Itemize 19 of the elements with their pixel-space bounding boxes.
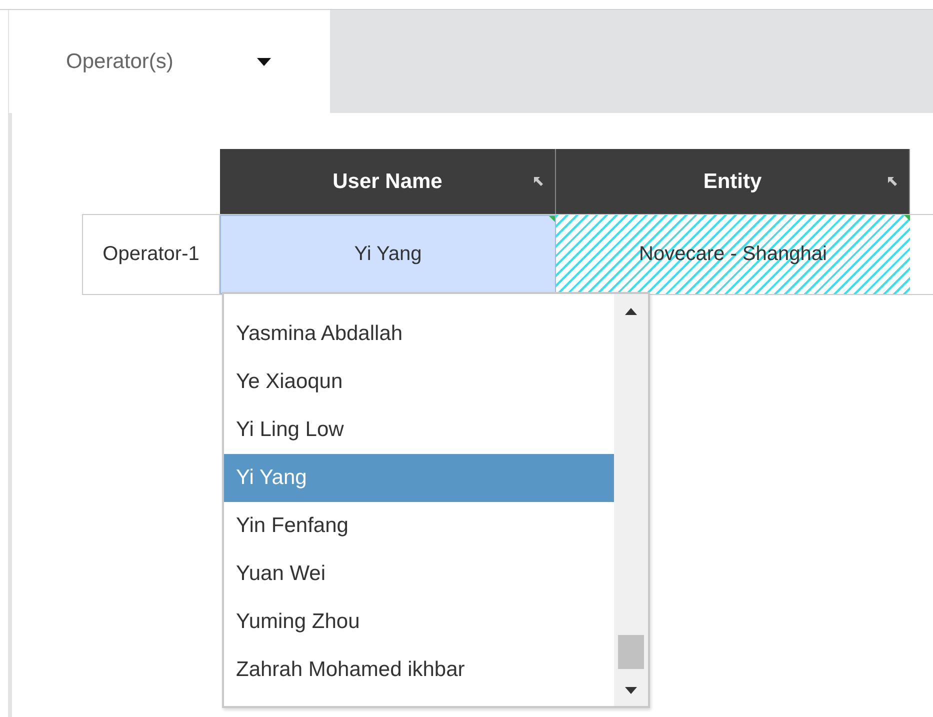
column-header[interactable]: User Name (220, 149, 556, 214)
arrow-icon (888, 177, 897, 186)
corner-mark-icon (549, 216, 555, 222)
corner-mark-icon (904, 215, 910, 221)
scroll-down-icon[interactable] (625, 687, 637, 694)
dropdown-item[interactable]: Yin Fenfang (224, 502, 614, 550)
dropdown-item[interactable]: Yi Ling Low (224, 406, 614, 454)
dropdown-item[interactable]: Ye Xiaoqun (224, 358, 614, 406)
scroll-thumb[interactable] (618, 635, 644, 669)
dropdown-item[interactable]: Yuming Zhou (224, 598, 614, 646)
dropdown-item[interactable]: Yasmina Abdallah (224, 310, 614, 358)
scrollbar[interactable] (614, 294, 648, 706)
scroll-up-icon[interactable] (625, 308, 637, 315)
table-cell[interactable]: Yi Yang (220, 215, 556, 294)
dropdown-item[interactable]: Yuan Wei (224, 550, 614, 598)
caret-icon (257, 58, 272, 66)
column-header[interactable]: Entity (556, 149, 910, 214)
arrow-icon (534, 177, 543, 186)
dropdown-item[interactable]: Zahrah Mohamed ikhbar (224, 646, 614, 694)
